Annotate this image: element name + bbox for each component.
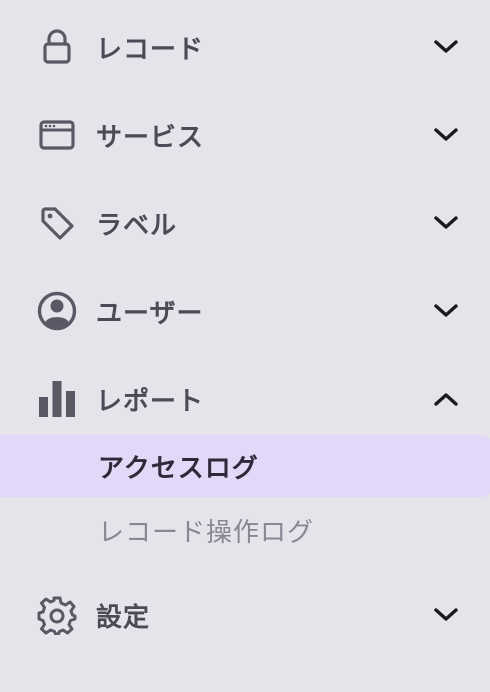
user-circle-icon xyxy=(36,290,78,332)
menu-item-label: ユーザー xyxy=(96,298,204,329)
chevron-down-icon[interactable] xyxy=(430,31,462,63)
menu-item-services[interactable]: サービス xyxy=(0,105,490,165)
submenu-item-record-operation-log[interactable]: レコード操作ログ xyxy=(0,499,490,561)
menu-item-label: レコード xyxy=(96,34,205,65)
menu-item-label: サービス xyxy=(96,122,205,153)
bar-chart-icon xyxy=(36,378,78,420)
submenu-item-label: レコード操作ログ xyxy=(98,517,315,548)
menu-item-reports[interactable]: レポート xyxy=(0,369,490,429)
menu-item-labels[interactable]: ラベル xyxy=(0,193,490,253)
submenu-item-access-log[interactable]: アクセスログ xyxy=(0,435,490,497)
menu-item-label: ラベル xyxy=(96,210,178,241)
menu-item-records[interactable]: レコード xyxy=(0,17,490,77)
chevron-down-icon[interactable] xyxy=(430,295,462,327)
submenu-item-label: アクセスログ xyxy=(98,453,259,484)
chevron-down-icon[interactable] xyxy=(430,207,462,239)
menu-item-label: レポート xyxy=(96,386,205,417)
browser-window-icon xyxy=(36,114,78,156)
chevron-down-icon[interactable] xyxy=(430,599,462,631)
chevron-up-icon[interactable] xyxy=(430,383,462,415)
tag-icon xyxy=(36,202,78,244)
gear-icon xyxy=(36,594,78,636)
menu-item-users[interactable]: ユーザー xyxy=(0,281,490,341)
menu-item-label: 設定 xyxy=(96,602,151,633)
chevron-down-icon[interactable] xyxy=(430,119,462,151)
lock-icon xyxy=(36,26,78,68)
menu-item-settings[interactable]: 設定 xyxy=(0,585,490,645)
